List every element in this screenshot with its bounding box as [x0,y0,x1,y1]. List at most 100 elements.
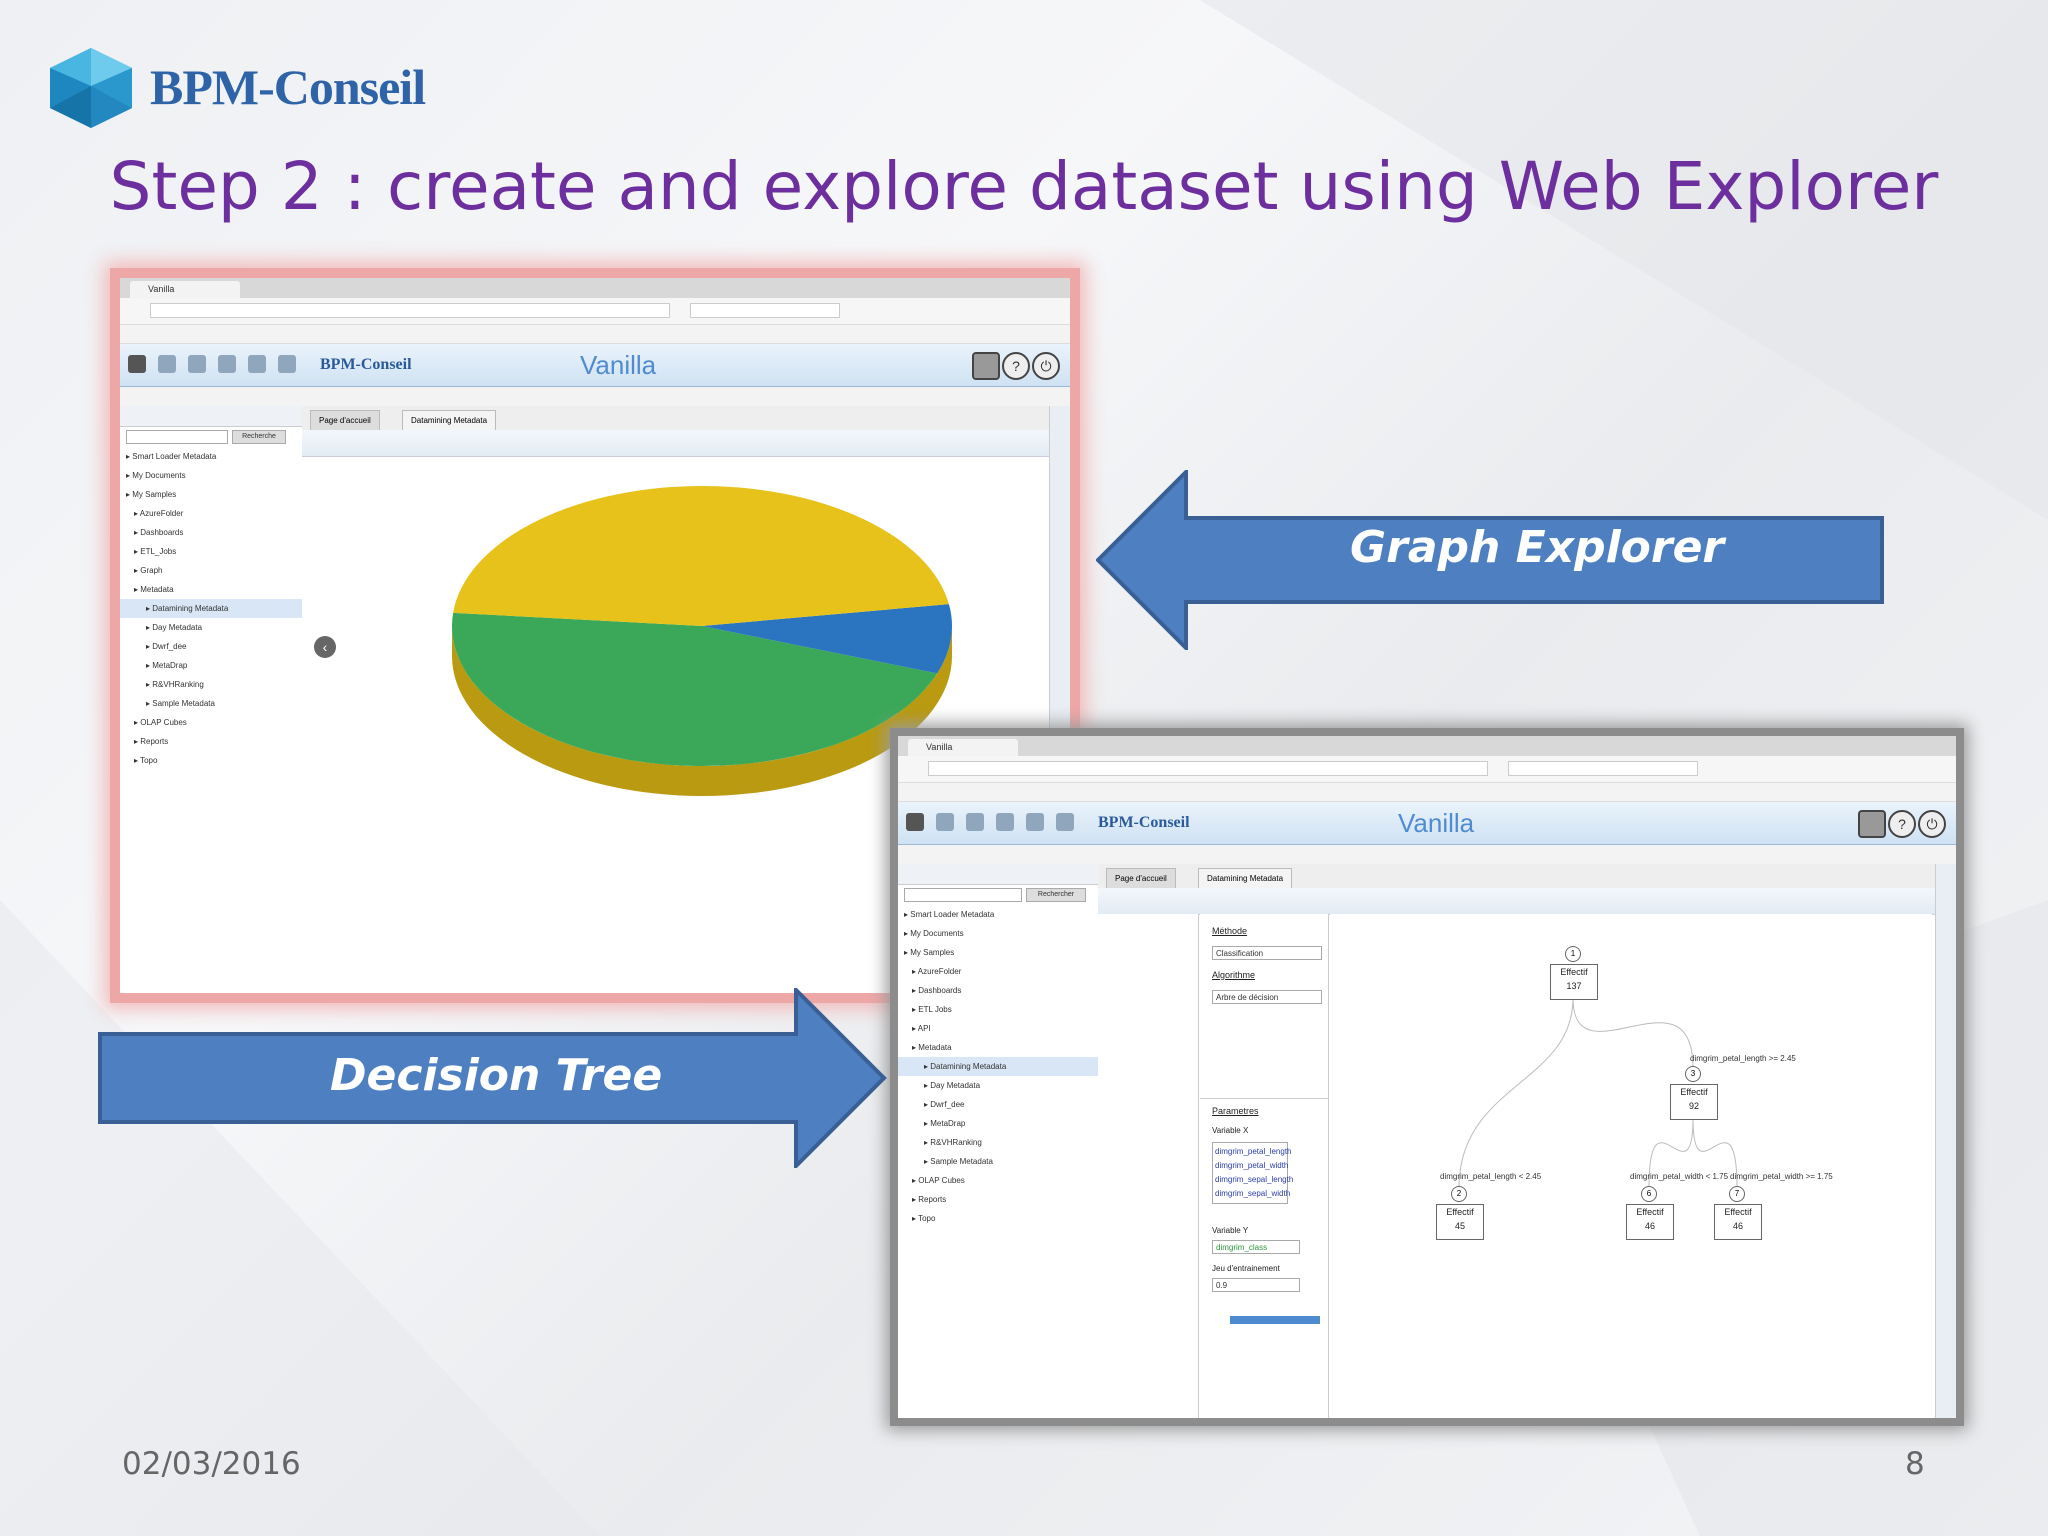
variable-y-select[interactable]: dimgrim_class [1212,1240,1300,1254]
tree-node-label: Effectif [1724,1207,1752,1217]
tree-node-count: 45 [1454,1221,1465,1231]
tree-item[interactable]: ▸ Day Metadata [120,618,302,637]
browser-search-input[interactable] [690,303,840,318]
variable-x-list[interactable]: dimgrim_petal_length dimgrim_petal_width d… [1212,1142,1293,1204]
menu-icon[interactable] [128,355,146,373]
tree-item[interactable]: ▸ Datamining Metadata [120,599,302,618]
tree-item[interactable]: ▸ Sample Metadata [898,1152,1098,1171]
tree-item[interactable]: ▸ Dwrf_dee [898,1095,1098,1114]
export-icon[interactable] [1056,813,1074,831]
tree-node[interactable]: Effectif 45 [1436,1204,1484,1240]
power-icon[interactable]: ⏻ [1918,810,1946,838]
tree-node[interactable]: Effectif 46 [1626,1204,1674,1240]
tree-item[interactable]: ▸ Dwrf_dee [120,637,302,656]
tree-item[interactable]: ▸ OLAP Cubes [120,713,302,732]
variable-x-item[interactable]: dimgrim_sepal_length [1215,1173,1293,1187]
tree-item[interactable]: ▸ Reports [120,732,302,751]
algorithme-select[interactable]: Arbre de décision [1212,990,1322,1004]
tree-item[interactable]: ▸ OLAP Cubes [898,1171,1098,1190]
edit-icon[interactable] [936,813,954,831]
tool-icon[interactable] [1026,813,1044,831]
tree-node[interactable]: Effectif 46 [1714,1204,1762,1240]
form-divider [1200,1098,1328,1099]
browser-search-input[interactable] [1508,761,1698,776]
tree-item[interactable]: ▸ MetaDrap [120,656,302,675]
export-icon[interactable] [278,355,296,373]
tree-node-number: 6 [1641,1186,1657,1202]
url-input[interactable] [928,761,1488,776]
tab-datamining-metadata[interactable]: Datamining Metadata [402,410,497,431]
tree-item[interactable]: ▸ R&VHRanking [120,675,302,694]
run-progress-bar [1230,1316,1320,1324]
methode-select[interactable]: Classification [1212,946,1322,960]
tree-item[interactable]: ▸ API [898,1019,1098,1038]
variable-x-item[interactable]: dimgrim_petal_length [1215,1145,1292,1159]
tab-home[interactable]: Page d'accueil [1106,868,1176,889]
tree-item[interactable]: ▸ R&VHRanking [898,1133,1098,1152]
variable-x-item[interactable]: dimgrim_petal_width [1215,1159,1288,1173]
bookmarks-bar [120,325,1070,344]
tree-item[interactable]: ▸ AzureFolder [120,504,302,523]
tree-item[interactable]: ▸ ETL_Jobs [120,542,302,561]
pie-slice[interactable] [453,486,949,626]
tree-item[interactable]: ▸ Metadata [898,1038,1098,1057]
app-toolbar: BPM-Conseil Vanilla ? ⏻ [898,802,1956,845]
tree-item[interactable]: ▸ My Documents [120,466,302,485]
help-icon[interactable]: ? [1888,810,1916,838]
variable-x-label: Variable X [1212,1126,1249,1135]
tree-item[interactable]: ▸ AzureFolder [898,962,1098,981]
tree-item[interactable]: ▸ Smart Loader Metadata [120,447,302,466]
tree-item[interactable]: ▸ ETL Jobs [898,1000,1098,1019]
tree-item[interactable]: ▸ MetaDrap [898,1114,1098,1133]
tab-datamining-metadata[interactable]: Datamining Metadata [1198,868,1293,889]
slide-title: Step 2 : create and explore dataset usin… [109,148,1939,225]
tree-item[interactable]: ▸ Graph [120,561,302,580]
tree-item[interactable]: ▸ Reports [898,1190,1098,1209]
dataset-panel [1098,914,1199,1418]
tab-home[interactable]: Page d'accueil [310,410,380,431]
search-button[interactable]: Recherche [232,430,286,444]
collapse-panel-button[interactable]: ‹ [314,636,336,658]
tree-item[interactable]: ▸ Sample Metadata [120,694,302,713]
tree-node[interactable]: Effectif 137 [1550,964,1598,1000]
tree-node-count: 46 [1732,1221,1743,1231]
tree-item[interactable]: ▸ My Samples [898,943,1098,962]
tree-item[interactable]: ▸ Metadata [120,580,302,599]
power-icon[interactable]: ⏻ [1032,352,1060,380]
tree-node-count: 46 [1644,1221,1655,1231]
doc-icon[interactable] [188,355,206,373]
edit-icon[interactable] [158,355,176,373]
tree-item[interactable]: ▸ Topo [898,1209,1098,1228]
clock-icon[interactable] [996,813,1014,831]
tree-item[interactable]: ▸ Dashboards [120,523,302,542]
browser-tab[interactable]: Vanilla [130,281,240,298]
tool-icon[interactable] [248,355,266,373]
browser-tab-bar: Vanilla [898,736,1956,756]
search-button[interactable]: Rechercher [1026,888,1086,902]
help-icon[interactable]: ? [1002,352,1030,380]
tree-node[interactable]: Effectif 92 [1670,1084,1718,1120]
browser-tab[interactable]: Vanilla [908,739,1018,756]
menu-icon[interactable] [906,813,924,831]
sidebar-search-input[interactable] [904,888,1022,902]
user-avatar[interactable] [972,352,1000,380]
tree-item[interactable]: ▸ Smart Loader Metadata [898,905,1098,924]
tree-item[interactable]: ▸ Dashboards [898,981,1098,1000]
app-name: Vanilla [1398,808,1475,838]
user-avatar[interactable] [1858,810,1886,838]
tree-item[interactable]: ▸ Datamining Metadata [898,1057,1098,1076]
clock-icon[interactable] [218,355,236,373]
sidebar-search-input[interactable] [126,430,228,444]
url-input[interactable] [150,303,670,318]
tree-item[interactable]: ▸ My Documents [898,924,1098,943]
tree-item[interactable]: ▸ My Samples [120,485,302,504]
tree-toolstrip [1098,888,1936,915]
decision-tree-label: Decision Tree [330,1050,663,1101]
slide-page-number: 8 [1905,1446,1925,1482]
doc-icon[interactable] [966,813,984,831]
variable-x-item[interactable]: dimgrim_sepal_width [1215,1187,1290,1201]
browser-url-bar [120,298,1070,325]
jeu-input[interactable]: 0.9 [1212,1278,1300,1292]
tree-item[interactable]: ▸ Day Metadata [898,1076,1098,1095]
tree-item[interactable]: ▸ Topo [120,751,302,770]
